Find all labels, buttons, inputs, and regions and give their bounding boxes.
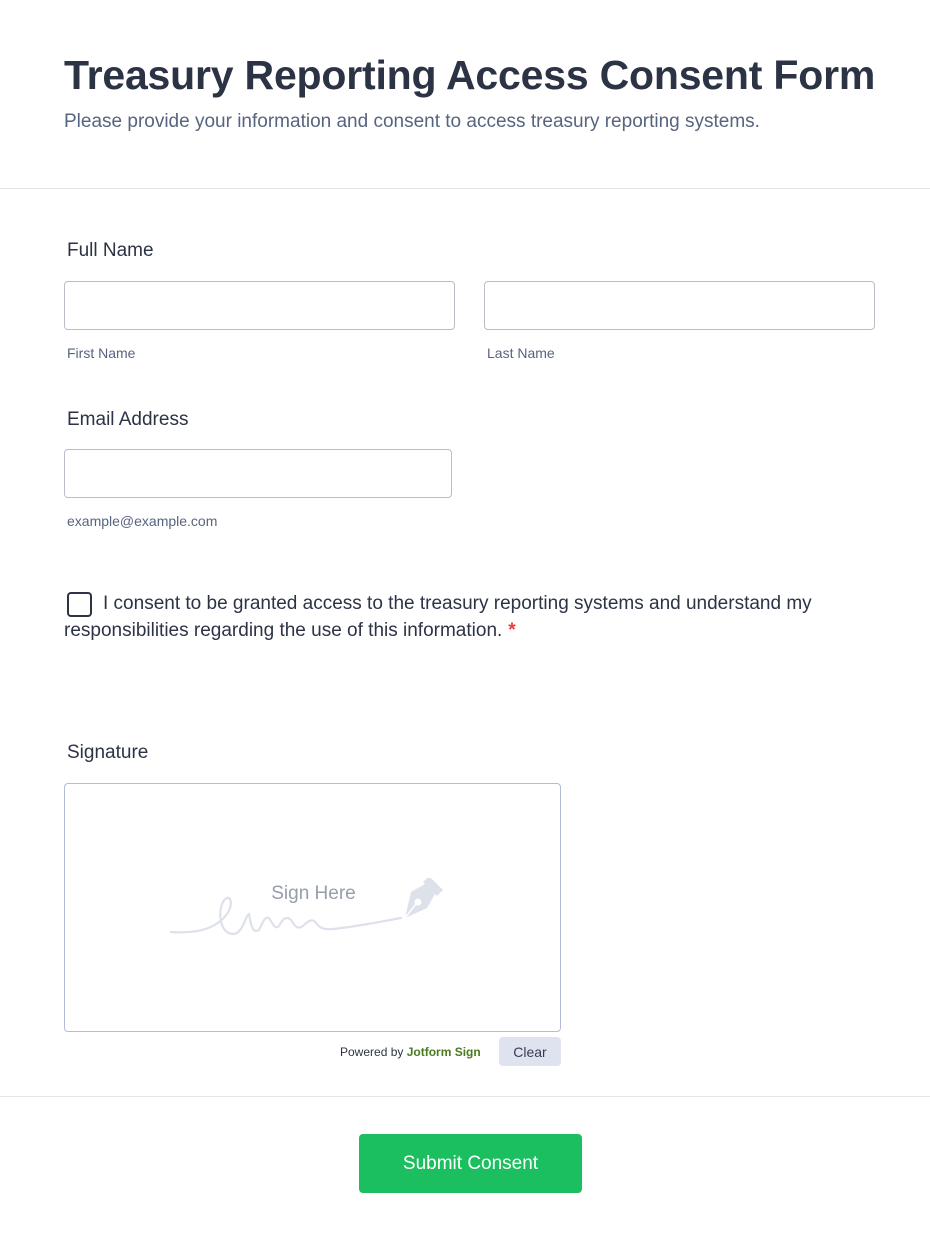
last-name-sublabel: Last Name [487, 345, 555, 361]
footer-divider [0, 1096, 930, 1097]
signature-label: Signature [67, 742, 149, 763]
required-asterisk: * [508, 620, 516, 641]
form-header: Treasury Reporting Access Consent Form P… [0, 0, 930, 189]
pen-nib-icon [404, 878, 443, 919]
consent-text: I consent to be granted access to the tr… [64, 593, 812, 641]
consent-label[interactable]: I consent to be granted access to the tr… [64, 590, 824, 644]
first-name-sublabel: First Name [67, 345, 136, 361]
full-name-label: Full Name [67, 240, 154, 261]
email-label: Email Address [67, 409, 189, 430]
email-input[interactable] [64, 449, 452, 498]
powered-by-prefix: Powered by [340, 1045, 404, 1059]
powered-by-text: Powered by Jotform Sign [340, 1045, 481, 1059]
jotform-sign-brand[interactable]: Jotform Sign [407, 1045, 481, 1059]
signature-scribble-icon [169, 878, 443, 936]
signature-pad[interactable]: Sign Here [64, 783, 561, 1032]
form-subtitle: Please provide your information and cons… [64, 111, 760, 132]
clear-signature-button[interactable]: Clear [499, 1037, 561, 1066]
form-title: Treasury Reporting Access Consent Form [64, 52, 876, 98]
last-name-input[interactable] [484, 281, 875, 330]
form-page: Treasury Reporting Access Consent Form P… [0, 0, 930, 1243]
submit-consent-button[interactable]: Submit Consent [359, 1134, 582, 1193]
first-name-input[interactable] [64, 281, 455, 330]
email-sublabel: example@example.com [67, 513, 218, 529]
